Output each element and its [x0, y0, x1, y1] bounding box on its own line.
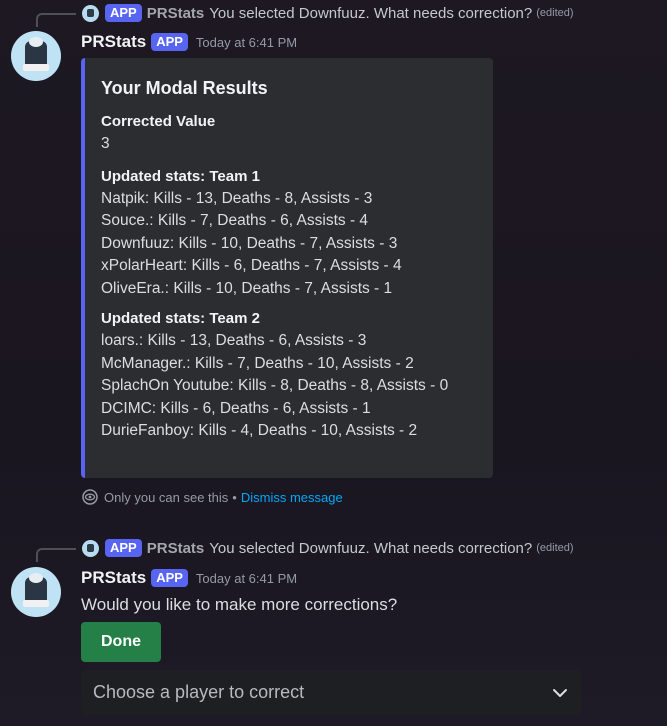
message-header: PRStats APP Today at 6:41 PM — [81, 568, 297, 588]
player-stat-line: xPolarHeart: Kills - 6, Deaths - 7, Assi… — [101, 257, 402, 274]
embed-field-corrected-value: Corrected Value 3 — [101, 113, 477, 156]
player-stat-line: Natpik: Kills - 13, Deaths - 8, Assists … — [101, 189, 373, 207]
ephemeral-notice: Only you can see this • Dismiss message — [82, 489, 343, 505]
player-select-dropdown[interactable]: Choose a player to correct — [81, 670, 581, 715]
chevron-down-icon — [551, 684, 569, 702]
reply-text: You selected Downfuuz. What needs correc… — [209, 4, 533, 22]
player-stat-line: OliveEra.: Kills - 10, Deaths - 7, Assis… — [101, 279, 393, 297]
embed-title: Your Modal Results — [101, 78, 268, 98]
app-badge: APP — [151, 569, 188, 587]
reply-author[interactable]: PRStats — [147, 540, 205, 557]
reply-preview[interactable]: APP PRStats You selected Downfuuz. What … — [82, 4, 574, 22]
message-content: Would you like to make more corrections? — [81, 595, 398, 614]
dismiss-message-link[interactable]: Dismiss message — [241, 490, 343, 505]
edited-label: (edited) — [536, 542, 574, 554]
field-name: Corrected Value — [101, 113, 216, 130]
reply-avatar — [82, 4, 99, 22]
reply-text: You selected Downfuuz. What needs correc… — [209, 539, 533, 557]
reply-avatar — [82, 539, 99, 557]
player-stat-line: loars.: Kills - 13, Deaths - 6, Assists … — [101, 332, 367, 349]
player-stat-line: Souce.: Kills - 7, Deaths - 6, Assists -… — [101, 212, 369, 229]
app-badge: APP — [151, 33, 188, 51]
eye-icon — [82, 489, 98, 505]
reply-author[interactable]: PRStats — [147, 5, 205, 22]
reply-app-badge: APP — [105, 4, 142, 22]
author-name[interactable]: PRStats — [81, 32, 146, 52]
player-stat-line: Downfuuz: Kills - 10, Deaths - 7, Assist… — [101, 234, 398, 252]
embed-field-team-1: Updated stats: Team 1 Natpik: Kills - 13… — [101, 168, 477, 301]
field-value: 3 — [101, 135, 110, 152]
author-name[interactable]: PRStats — [81, 568, 146, 588]
field-name: Updated stats: Team 1 — [101, 167, 260, 185]
player-stat-line: McManager.: Kills - 7, Deaths - 10, Assi… — [101, 354, 414, 372]
ephemeral-text: Only you can see this — [104, 489, 229, 505]
player-stat-line: SplachOn Youtube: Kills - 8, Deaths - 8,… — [101, 377, 449, 394]
timestamp: Today at 6:41 PM — [195, 570, 298, 586]
reply-app-badge: APP — [105, 539, 142, 557]
done-button[interactable]: Done — [81, 622, 161, 662]
reply-preview[interactable]: APP PRStats You selected Downfuuz. What … — [82, 539, 574, 557]
bot-avatar[interactable] — [11, 31, 61, 81]
message-header: PRStats APP Today at 6:41 PM — [81, 32, 297, 52]
reply-connector — [36, 13, 76, 27]
bot-avatar[interactable] — [11, 567, 61, 617]
select-placeholder: Choose a player to correct — [93, 682, 305, 702]
player-stat-line: DCIMC: Kills - 6, Deaths - 6, Assists - … — [101, 399, 371, 417]
player-stat-line: DurieFanboy: Kills - 4, Deaths - 10, Ass… — [101, 422, 418, 439]
field-name: Updated stats: Team 2 — [101, 310, 260, 327]
timestamp: Today at 6:41 PM — [195, 34, 298, 50]
separator-dot: • — [232, 489, 237, 505]
embed-field-team-2: Updated stats: Team 2 loars.: Kills - 13… — [101, 310, 477, 443]
edited-label: (edited) — [536, 7, 574, 19]
embed-card: Your Modal Results Corrected Value 3 Upd… — [81, 58, 493, 478]
reply-connector — [36, 548, 76, 562]
